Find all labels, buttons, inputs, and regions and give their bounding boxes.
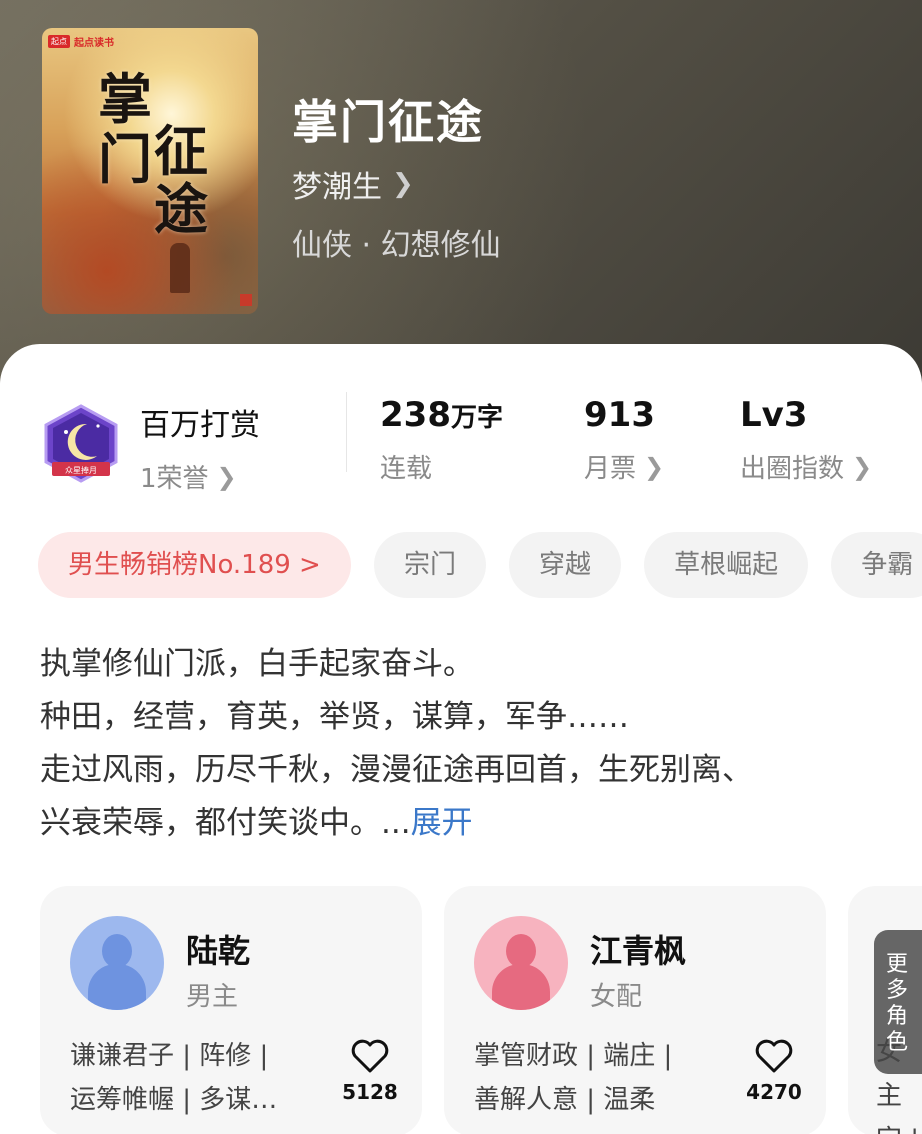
character-traits-line: 掌管财政 | 端庄 | <box>474 1041 673 1071</box>
book-cover[interactable]: 起点 起点读书 掌 门 征 途 <box>42 28 258 314</box>
popularity-stat[interactable]: Lv3 出圈指数 ❯ <box>740 398 872 485</box>
character-traits: 谦谦君子 | 阵修 | 运筹帷幄 | 多谋… <box>70 1034 310 1122</box>
cover-brand: 起点 起点读书 <box>48 34 114 49</box>
cover-brand-badge: 起点 <box>48 35 70 48</box>
stats-divider <box>346 392 347 472</box>
more-roles-char: 角 <box>886 1004 909 1029</box>
badge-label: 众星捧月 <box>65 465 97 475</box>
peek-line: 定 | <box>876 1118 922 1134</box>
character-card[interactable]: 陆乾 男主 谦谦君子 | 阵修 | 运筹帷幄 | 多谋… 5128 <box>40 886 422 1134</box>
more-roles-char: 色 <box>886 1030 909 1055</box>
monthly-ticket-stat[interactable]: 913 月票 ❯ <box>584 398 664 485</box>
cover-seal <box>240 294 252 306</box>
description-line-last: 兴衰荣辱，都付笑谈中。...展开 <box>40 797 890 850</box>
rank-tag[interactable]: 男生畅销榜No.189 > <box>38 532 351 598</box>
honor-count: 1荣誉 <box>140 464 209 494</box>
book-title: 掌门征途 <box>292 95 484 149</box>
character-name: 江青枫 <box>590 932 687 970</box>
author-name: 梦潮生 <box>292 170 382 205</box>
character-traits-line: 善解人意 | 温柔 <box>474 1085 656 1115</box>
character-traits-line: 运筹帷幄 | 多谋… <box>70 1085 278 1115</box>
more-roles-char: 更 <box>886 952 909 977</box>
character-card[interactable]: 江青枫 女配 掌管财政 | 端庄 | 善解人意 | 温柔 4270 <box>444 886 826 1134</box>
honor-sub: 1荣誉 ❯ <box>140 458 260 495</box>
word-count: 238万字 <box>380 398 503 432</box>
tag-chip[interactable]: 草根崛起 <box>644 532 809 598</box>
heart-outline-icon <box>351 1039 389 1073</box>
character-name: 陆乾 <box>186 932 251 970</box>
character-avatar <box>70 916 164 1010</box>
honor-stat[interactable]: 百万打赏 1荣誉 ❯ <box>140 400 260 495</box>
popularity-sub: 出圈指数 ❯ <box>740 448 872 485</box>
popularity-level: Lv3 <box>740 395 808 435</box>
author-link[interactable]: 梦潮生 ❯ <box>292 162 414 206</box>
monthly-ticket-sub: 月票 ❯ <box>584 448 664 485</box>
character-role: 女配 <box>590 982 643 1012</box>
like-count: 5128 <box>342 1080 398 1104</box>
book-genre: 仙侠 · 幻想修仙 <box>292 228 501 263</box>
cover-brand-text: 起点读书 <box>74 38 114 49</box>
like-count: 4270 <box>746 1080 802 1104</box>
character-traits-line: 谦谦君子 | 阵修 | <box>70 1041 269 1071</box>
chevron-right-icon: ❯ <box>216 462 237 491</box>
description-line: 种田，经营，育英，举贤，谋算，军争…… <box>40 699 629 735</box>
cover-title-char: 掌 <box>98 67 152 131</box>
chevron-right-icon: ❯ <box>392 169 414 199</box>
serial-status: 连载 <box>380 454 433 484</box>
chevron-right-icon: ❯ <box>644 452 665 481</box>
chevron-right-icon: ❯ <box>852 452 873 481</box>
tag-list: 男生畅销榜No.189 > 宗门 穿越 草根崛起 争霸 <box>38 532 922 600</box>
popularity-label: 出圈指数 <box>740 454 845 484</box>
cover-title-char: 征 <box>154 119 208 183</box>
tag-chip[interactable]: 宗门 <box>373 532 486 598</box>
word-count-stat: 238万字 连载 <box>380 398 503 485</box>
book-description: 执掌修仙门派，白手起家奋斗。 种田，经营，育英，举贤，谋算，军争…… 走过风雨，… <box>40 638 890 850</box>
heart-outline-icon <box>755 1039 793 1073</box>
word-count-value: 238 <box>380 395 451 435</box>
like-button[interactable]: 5128 <box>335 1038 405 1104</box>
crescent-moon-badge-icon[interactable]: 众星捧月 <box>42 404 120 484</box>
honor-title: 百万打赏 <box>140 408 260 443</box>
character-role: 男主 <box>186 982 239 1012</box>
description-line: 兴衰荣辱，都付笑谈中。... <box>40 805 411 841</box>
cover-title-char: 门 <box>98 127 152 191</box>
tag-chip[interactable]: 争霸 <box>831 532 922 598</box>
monthly-ticket-label: 月票 <box>584 454 637 484</box>
more-roles-char: 多 <box>886 978 909 1003</box>
cover-figure <box>170 243 190 293</box>
expand-link[interactable]: 展开 <box>411 805 473 841</box>
character-avatar <box>474 916 568 1010</box>
word-count-unit: 万字 <box>450 403 503 433</box>
cover-title-char: 途 <box>154 177 208 241</box>
like-button[interactable]: 4270 <box>739 1038 809 1104</box>
description-line: 执掌修仙门派，白手起家奋斗。 <box>40 646 474 682</box>
description-line: 走过风雨，历尽千秋，漫漫征途再回首，生死别离、 <box>40 752 753 788</box>
more-roles-button[interactable]: 更 多 角 色 <box>874 930 922 1074</box>
tag-chip[interactable]: 穿越 <box>509 532 622 598</box>
monthly-ticket-value: 913 <box>584 395 655 435</box>
character-traits: 掌管财政 | 端庄 | 善解人意 | 温柔 <box>474 1034 714 1122</box>
